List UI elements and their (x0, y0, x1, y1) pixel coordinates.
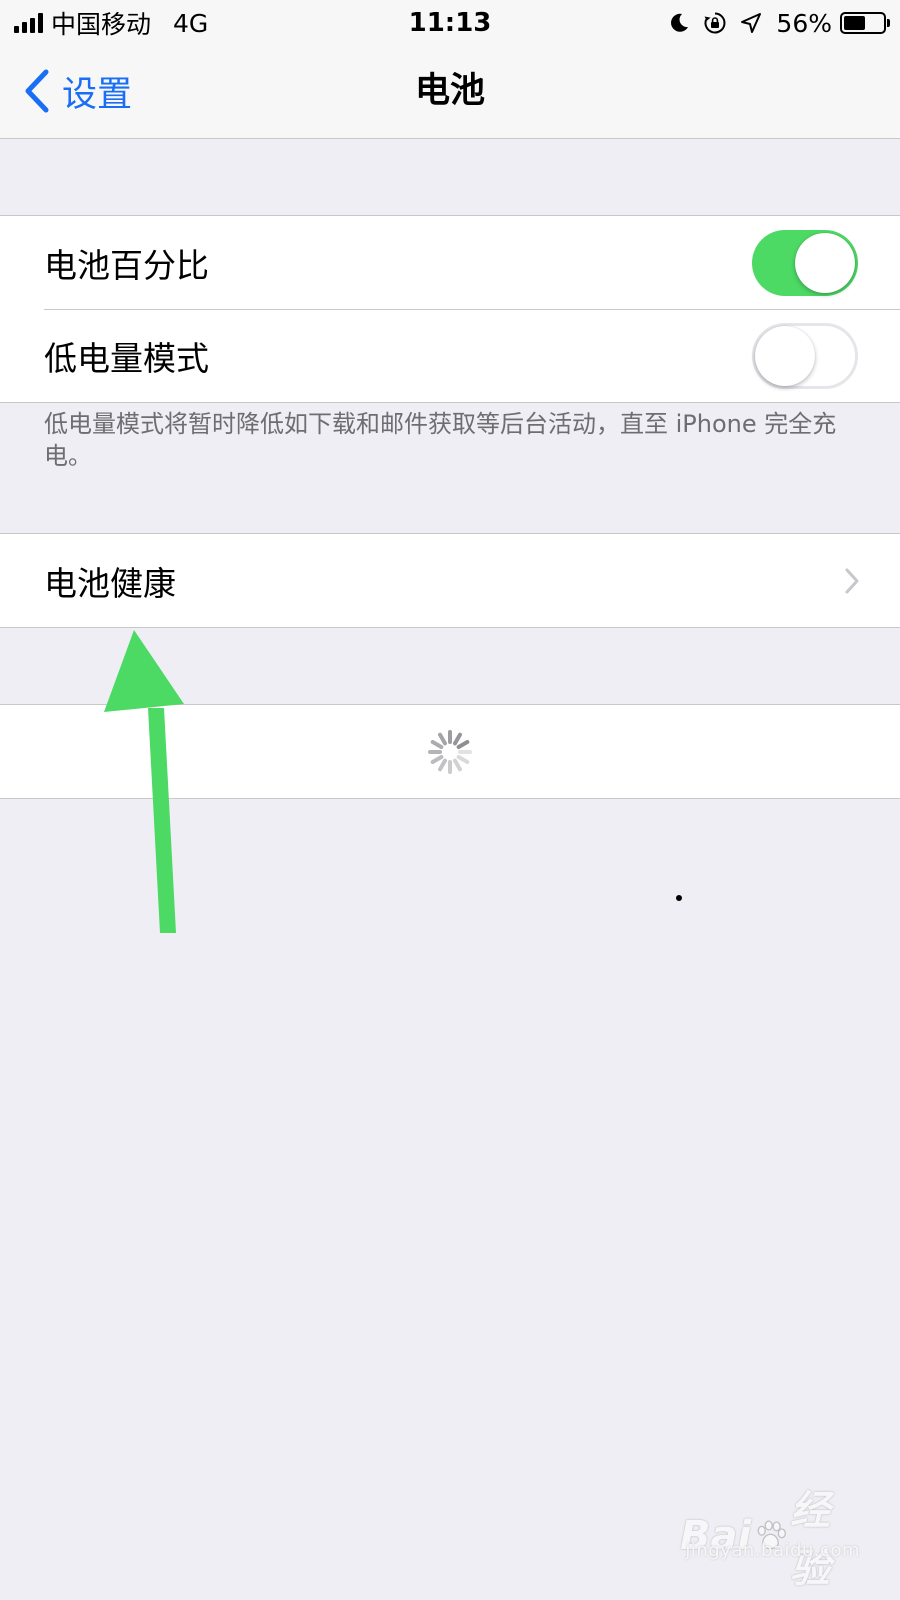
watermark-logo: Bai 经验 (680, 1488, 831, 1592)
loading-spinner-icon (428, 729, 472, 774)
battery-fill (844, 16, 865, 30)
status-bar: 中国移动 4G 11:13 56% (0, 0, 900, 46)
battery-percentage-label: 电池百分比 (44, 245, 209, 285)
loading-row (0, 705, 900, 798)
spinner-spoke (438, 758, 447, 771)
battery-settings-group: 电池百分比 低电量模式 (0, 215, 900, 403)
baidu-jingyan-watermark: Bai 经验 jingyan.baidu.com (680, 1478, 860, 1592)
battery-percentage-row: 电池百分比 (0, 216, 900, 309)
spinner-spoke (453, 758, 462, 771)
spinner-spoke (453, 732, 462, 745)
battery-nub (887, 19, 890, 27)
battery-icon (840, 12, 890, 34)
low-power-mode-label: 低电量模式 (44, 338, 209, 378)
battery-health-row[interactable]: 电池健康 (0, 534, 900, 627)
toggle-knob (795, 232, 855, 293)
battery-percentage: 56% (776, 8, 832, 38)
battery-health-label: 电池健康 (44, 563, 176, 603)
low-power-footnote: 低电量模式将暂时降低如下载和邮件获取等后台活动，直至 iPhone 完全充电。 (44, 410, 837, 470)
stray-dot (676, 895, 682, 901)
rotation-lock-icon (702, 10, 728, 36)
loading-group (0, 704, 900, 799)
page-title: 电池 (414, 71, 485, 111)
navigation-bar: 设置 电池 (0, 46, 900, 139)
chevron-right-icon (845, 568, 859, 593)
low-power-mode-toggle[interactable] (752, 322, 858, 389)
spinner-spoke (430, 754, 444, 764)
spinner-spoke (430, 739, 444, 749)
battery-percentage-toggle[interactable] (752, 229, 858, 296)
toggle-knob (755, 325, 815, 386)
spinner-spoke (456, 739, 470, 749)
location-icon (738, 10, 764, 36)
watermark-url: jingyan.baidu.com (685, 1540, 860, 1561)
battery-health-group: 电池健康 (0, 533, 900, 628)
moon-icon (666, 10, 692, 36)
spinner-spoke (456, 754, 470, 764)
spinner-spoke (438, 732, 447, 745)
low-power-mode-row: 低电量模式 (0, 309, 900, 402)
status-right: 56% (656, 6, 890, 40)
